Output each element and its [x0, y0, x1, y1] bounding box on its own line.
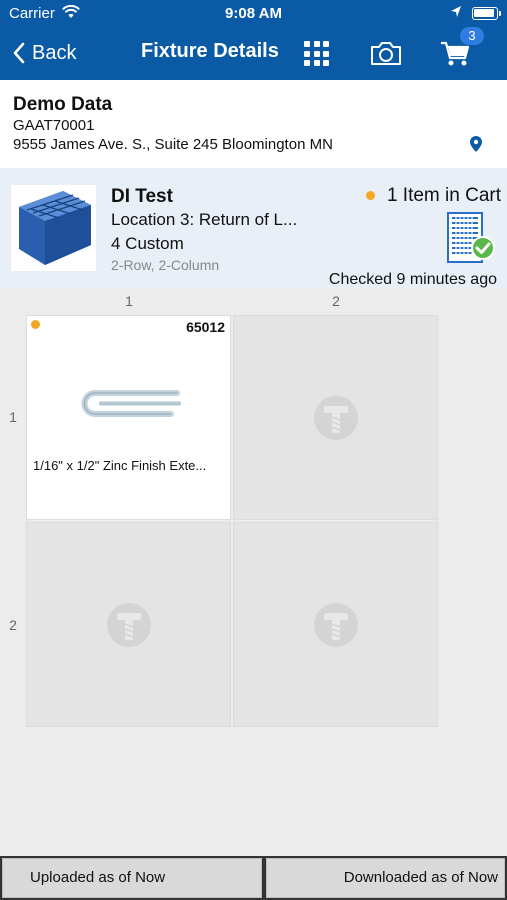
cart-status-dot [31, 320, 40, 329]
grid-icon[interactable] [304, 41, 329, 66]
customer-header: Demo Data GAAT70001 9555 James Ave. S., … [0, 80, 507, 168]
bin-grid: 1 2 1 2 65012 1/16" x 1/2" Zinc Finish E… [0, 289, 507, 856]
sync-status-bar: Uploaded as of Now Downloaded as of Now [0, 856, 507, 900]
column-label: 2 [332, 293, 340, 309]
item-number: 65012 [186, 319, 225, 335]
back-button[interactable]: Back [12, 39, 76, 67]
back-chevron-icon [13, 42, 25, 64]
fixture-checked-icon [447, 212, 495, 263]
fixture-location: Location 3: Return of L... [111, 210, 298, 229]
status-bar: Carrier 9:08 AM [0, 0, 507, 27]
bin-cell[interactable]: 65012 1/16" x 1/2" Zinc Finish Exte... [26, 315, 231, 520]
fixture-title: DI Test [111, 186, 173, 207]
customer-code: GAAT70001 [13, 117, 95, 134]
row-label: 2 [9, 617, 17, 633]
map-pin-icon[interactable] [469, 135, 483, 153]
uploaded-status-button[interactable]: Uploaded as of Now [2, 858, 262, 898]
bin-cell[interactable] [26, 522, 231, 727]
bin-cell[interactable] [233, 522, 438, 727]
cotter-pin-image [81, 390, 181, 417]
cart-badge: 3 [460, 27, 484, 45]
battery-icon [472, 7, 501, 20]
nav-bar: Back Fixture Details 3 [0, 27, 507, 80]
customer-address: 9555 James Ave. S., Suite 245 Bloomingto… [13, 136, 333, 153]
fixture-custom: 4 Custom [111, 234, 184, 253]
downloaded-status-button[interactable]: Downloaded as of Now [266, 858, 505, 898]
fixture-summary: DI Test Location 3: Return of L... 4 Cus… [0, 168, 507, 289]
location-arrow-icon [451, 6, 461, 17]
cart-status: 1 Item in Cart [386, 185, 501, 206]
row-label: 1 [9, 409, 17, 425]
camera-icon[interactable] [369, 39, 403, 67]
empty-bin-icon [107, 603, 151, 647]
empty-bin-icon [314, 603, 358, 647]
item-description: 1/16" x 1/2" Zinc Finish Exte... [33, 458, 207, 473]
empty-bin-icon [314, 396, 358, 440]
back-label: Back [32, 41, 77, 64]
column-label: 1 [125, 293, 133, 309]
status-time: 9:08 AM [225, 5, 282, 22]
fixture-layout: 2-Row, 2-Column [111, 257, 220, 273]
page-title: Fixture Details [141, 40, 279, 62]
bin-cell[interactable] [233, 315, 438, 520]
customer-name: Demo Data [13, 94, 113, 115]
fixture-thumbnail [11, 185, 96, 271]
checked-time: Checked 9 minutes ago [328, 271, 497, 288]
cart-status-dot [366, 191, 375, 200]
